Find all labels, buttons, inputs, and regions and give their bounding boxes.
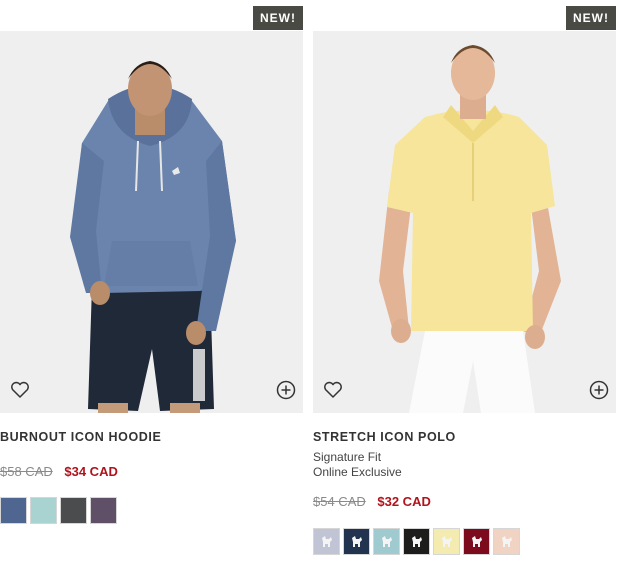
new-badge: NEW! [253, 6, 303, 30]
color-swatch-4[interactable] [403, 528, 430, 555]
sale-price: $32 CAD [377, 494, 431, 509]
moose-logo-icon [502, 536, 512, 547]
moose-logo-icon [472, 536, 482, 547]
color-swatch-1[interactable] [0, 497, 27, 524]
new-badge: NEW! [566, 6, 616, 30]
online-exclusive-label: Online Exclusive [313, 465, 402, 479]
color-swatch-4[interactable] [90, 497, 117, 524]
color-swatch-2[interactable] [30, 497, 57, 524]
moose-logo-icon [322, 536, 332, 547]
plus-circle-icon[interactable] [588, 379, 610, 401]
color-swatch-3[interactable] [60, 497, 87, 524]
product-photo-illustration [313, 31, 616, 413]
color-swatch-6[interactable] [463, 528, 490, 555]
original-price: $58 CAD [0, 464, 53, 479]
product-image[interactable] [313, 31, 616, 413]
color-swatch-2[interactable] [343, 528, 370, 555]
color-swatches [0, 497, 117, 524]
moose-logo-icon [412, 536, 422, 547]
heart-icon[interactable] [322, 379, 344, 401]
product-image[interactable] [0, 31, 303, 413]
sale-price: $34 CAD [64, 464, 118, 479]
color-swatch-5[interactable] [433, 528, 460, 555]
heart-icon[interactable] [9, 379, 31, 401]
price-row: $58 CAD $34 CAD [0, 464, 118, 479]
color-swatch-1[interactable] [313, 528, 340, 555]
product-photo-illustration [0, 31, 303, 413]
original-price: $54 CAD [313, 494, 366, 509]
fit-label: Signature Fit [313, 450, 382, 464]
plus-circle-icon[interactable] [275, 379, 297, 401]
color-swatches [313, 528, 520, 555]
product-title[interactable]: BURNOUT ICON HOODIE [0, 430, 161, 444]
color-swatch-3[interactable] [373, 528, 400, 555]
color-swatch-7[interactable] [493, 528, 520, 555]
moose-logo-icon [352, 536, 362, 547]
product-card-polo[interactable]: NEW! STRETCH ICON POLO Signature Fit Onl… [313, 0, 616, 562]
product-card-hoodie[interactable]: NEW! BURNOUT ICON HOODIE $58 CAD $34 CAD [0, 0, 303, 562]
moose-logo-icon [382, 536, 392, 547]
price-row: $54 CAD $32 CAD [313, 494, 431, 509]
product-title[interactable]: STRETCH ICON POLO [313, 430, 456, 444]
moose-logo-icon [442, 536, 452, 547]
